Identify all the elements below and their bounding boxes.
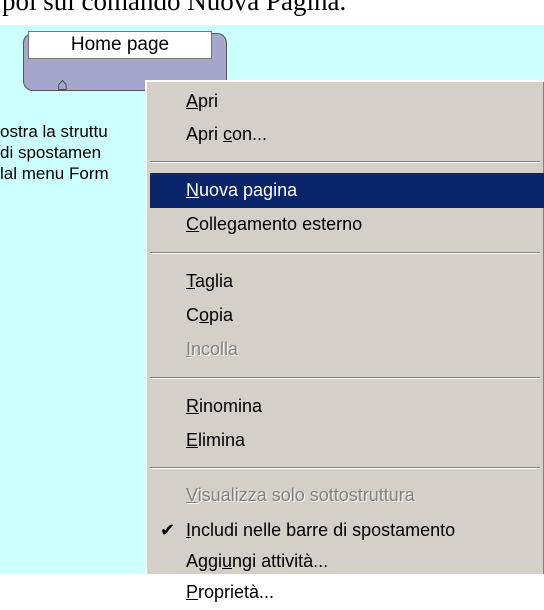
instruction-line: ostra la struttu (0, 122, 108, 141)
menu-item-apri[interactable]: Apri (150, 84, 544, 119)
menu-item-nuova-pagina[interactable]: Nuova pagina (150, 173, 544, 208)
caption-label: poi sul comando Nuova Pagina. (2, 0, 347, 16)
instruction-text: ostra la struttu di spostamen lal menu F… (0, 121, 160, 184)
menu-item-copia[interactable]: Copia (150, 298, 544, 333)
home-icon: ⌂ (57, 74, 68, 94)
menu-item-proprieta[interactable]: Proprietà... (150, 575, 544, 610)
menu-item-incolla[interactable]: Incolla (150, 332, 544, 367)
checkmark-icon: ✔ (160, 520, 176, 540)
menu-item-includi-nelle-barre[interactable]: ✔ Includi nelle barre di spostamento (150, 513, 544, 548)
menu-item-rinomina[interactable]: Rinomina (150, 389, 544, 424)
menu-item-apri-con[interactable]: Apri con... (150, 117, 544, 152)
menu-separator (150, 161, 540, 163)
menu-separator (150, 252, 540, 254)
menu-separator (150, 467, 540, 469)
instruction-line: di spostamen (0, 143, 102, 162)
menu-separator (150, 377, 540, 379)
caption-text: poi sul comando Nuova Pagina. (0, 0, 544, 25)
menu-item-elimina[interactable]: Elimina (150, 423, 544, 458)
menu-item-taglia[interactable]: Taglia (150, 264, 544, 299)
context-menu: Apri Apri con... Nuova pagina Collegamen… (145, 80, 544, 602)
instruction-line: lal menu Form (0, 164, 109, 183)
node-label: Home page (28, 31, 212, 59)
menu-item-visualizza-solo-sottostruttura[interactable]: Visualizza solo sottostruttura (150, 478, 544, 513)
menu-item-collegamento-esterno[interactable]: Collegamento esterno (150, 207, 544, 242)
